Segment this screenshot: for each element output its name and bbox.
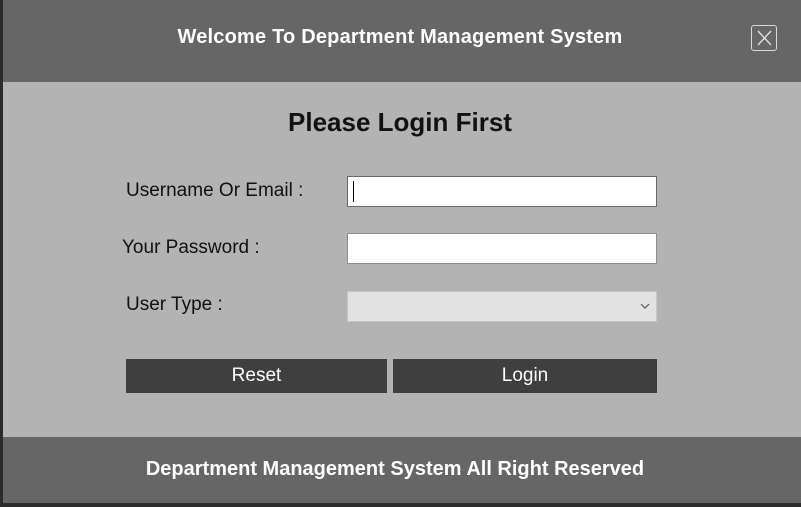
dialog-header: Welcome To Department Management System — [3, 0, 801, 82]
reset-button[interactable]: Reset — [126, 359, 387, 393]
dialog-footer: Department Management System All Right R… — [3, 437, 801, 503]
close-button[interactable] — [751, 25, 777, 51]
footer-text: Department Management System All Right R… — [145, 458, 645, 480]
user-type-label: User Type : — [126, 294, 223, 315]
close-icon — [757, 30, 772, 46]
chevron-down-icon — [640, 303, 650, 309]
form-heading: Please Login First — [288, 107, 512, 137]
password-label: Your Password : — [122, 237, 260, 258]
login-dialog: Welcome To Department Management System … — [3, 0, 801, 503]
password-field[interactable] — [347, 233, 657, 264]
login-button[interactable]: Login — [393, 359, 657, 393]
username-label: Username Or Email : — [126, 180, 304, 201]
user-type-select[interactable] — [347, 291, 657, 322]
username-field[interactable] — [347, 176, 657, 207]
dialog-title: Welcome To Department Management System — [177, 26, 623, 48]
text-caret — [353, 181, 354, 202]
